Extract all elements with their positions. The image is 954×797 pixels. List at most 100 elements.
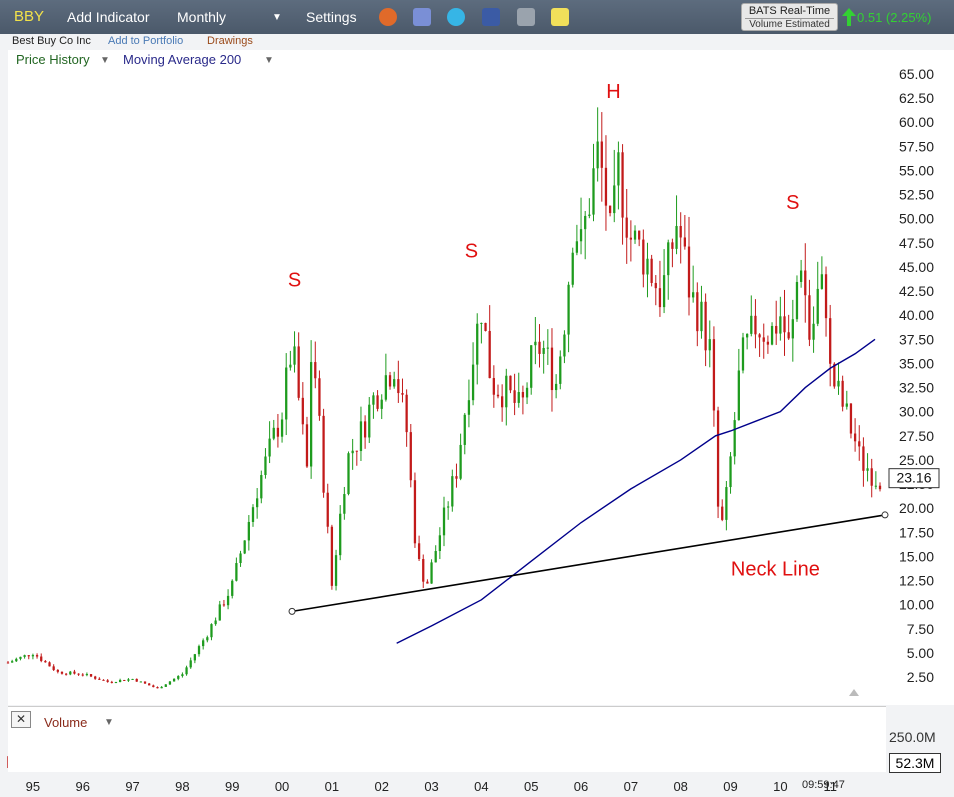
candle-body	[758, 334, 761, 338]
candle-body	[501, 396, 504, 408]
candle-body	[226, 595, 230, 606]
x-tick-label: 02	[374, 779, 388, 794]
candle-body	[754, 315, 757, 335]
candle-body	[309, 362, 313, 467]
candle-body	[135, 678, 138, 682]
y-tick-label: 60.00	[899, 114, 934, 130]
candle-body	[85, 674, 89, 676]
candle-body	[123, 679, 126, 681]
volume-max-label: 250.0M	[889, 729, 936, 745]
candle-body	[546, 347, 549, 349]
candle-body	[81, 674, 84, 676]
candle-body	[799, 270, 803, 282]
candle-body	[44, 660, 47, 663]
candle-body	[812, 323, 815, 340]
candle-body	[733, 420, 736, 457]
scroll-up-icon	[849, 689, 859, 696]
y-tick-label: 52.50	[899, 187, 934, 203]
candle-body	[617, 152, 620, 186]
candle-body	[334, 555, 338, 586]
candle-body	[484, 322, 487, 331]
candle-body	[550, 347, 554, 391]
candle-body	[417, 543, 421, 560]
candle-body	[401, 393, 404, 395]
chevron-down-icon[interactable]: ▼	[104, 717, 114, 728]
candle-body	[160, 686, 163, 689]
candle-body	[584, 215, 587, 230]
candle-body	[56, 669, 59, 672]
candle-body	[700, 301, 703, 332]
x-tick-label: 99	[225, 779, 239, 794]
candle-body	[23, 655, 26, 657]
candle-body	[858, 441, 861, 447]
candle-body	[866, 468, 869, 471]
candle-body	[322, 415, 325, 493]
close-icon[interactable]: ✕	[11, 711, 31, 728]
candle-body	[874, 485, 878, 487]
candle-body	[343, 494, 346, 514]
y-tick-label: 10.00	[899, 597, 934, 613]
y-tick-label: 42.50	[899, 283, 934, 299]
candle-body	[305, 424, 309, 467]
candle-body	[471, 364, 475, 401]
candle-body	[235, 563, 238, 581]
candle-body	[434, 550, 437, 563]
volume-label: Volume	[44, 715, 88, 730]
candle-body	[542, 347, 545, 354]
y-tick-label: 65.00	[899, 66, 934, 82]
candle-body	[376, 395, 379, 409]
candle-body	[750, 315, 753, 334]
candle-body	[247, 521, 250, 541]
y-tick-label: 37.50	[899, 331, 934, 347]
candle-body	[110, 681, 113, 683]
candle-body	[459, 444, 462, 479]
candle-body	[27, 655, 30, 657]
candle-body	[280, 419, 284, 437]
candle-body	[783, 316, 786, 333]
candle-body	[488, 330, 491, 379]
pattern-annotation: H	[606, 81, 620, 103]
y-tick-label: 45.00	[899, 259, 934, 275]
candle-body	[675, 225, 678, 249]
candle-body	[326, 492, 329, 527]
neckline-handle	[288, 607, 296, 615]
candle-body	[31, 655, 35, 657]
candle-body	[405, 394, 408, 433]
candle-body	[505, 375, 508, 408]
candle-body	[114, 682, 118, 684]
candle-body	[658, 288, 662, 308]
candle-body	[193, 654, 197, 661]
candle-body	[239, 553, 242, 564]
candle-body	[613, 185, 616, 214]
candle-body	[314, 362, 317, 379]
y-tick-label: 32.50	[899, 380, 934, 396]
y-tick-label: 25.00	[899, 452, 934, 468]
candle-body	[40, 656, 43, 661]
x-tick-label: 95	[26, 779, 40, 794]
x-tick-label: 96	[76, 779, 90, 794]
candle-body	[60, 671, 64, 674]
candle-body	[330, 526, 334, 586]
candle-body	[480, 322, 483, 324]
candle-body	[538, 341, 541, 354]
candle-body	[779, 316, 782, 334]
candle-body	[795, 281, 799, 320]
x-tick-label: 10	[773, 779, 787, 794]
pattern-annotation: Neck Line	[731, 559, 820, 581]
candle-body	[189, 660, 192, 668]
candle-body	[870, 468, 873, 486]
candle-body	[862, 446, 865, 471]
candle-body	[683, 237, 686, 247]
candle-body	[11, 661, 14, 663]
candle-body	[397, 379, 400, 394]
candle-body	[102, 679, 105, 681]
candle-body	[442, 507, 446, 536]
candle-body	[210, 624, 213, 638]
candle-body	[604, 167, 608, 206]
candle-body	[438, 535, 441, 551]
candle-body	[73, 671, 76, 674]
candle-body	[451, 476, 454, 507]
candle-body	[600, 141, 603, 168]
x-tick-label: 97	[125, 779, 139, 794]
candle-body	[264, 456, 267, 476]
